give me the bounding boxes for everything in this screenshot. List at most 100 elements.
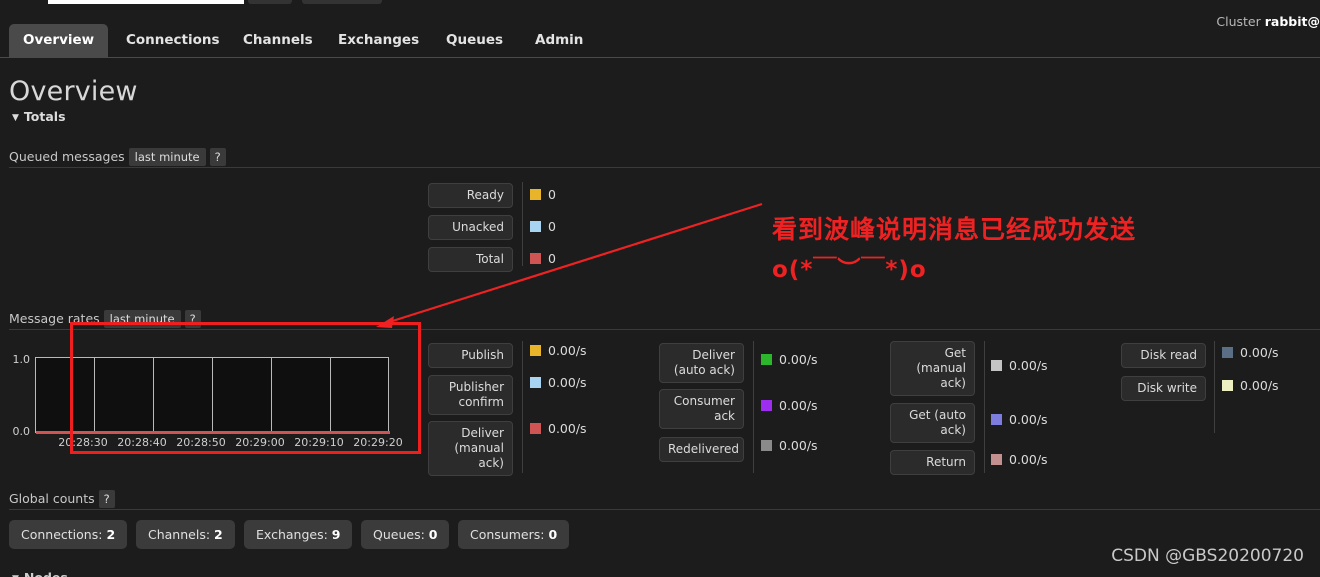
qm-legend-value-unacked: 0 — [530, 219, 556, 234]
global-counts-help-icon[interactable]: ? — [98, 490, 115, 508]
qm-legend-button-total[interactable]: Total — [428, 247, 513, 272]
totals-section-header[interactable]: ▼ Totals — [12, 109, 66, 124]
mr-legend-value-return: 0.00/s — [991, 452, 1048, 467]
mr-legend-value-disk-write: 0.00/s — [1222, 378, 1279, 393]
global-count-value: 0 — [548, 527, 558, 542]
global-count-connections[interactable]: Connections: 2 — [9, 520, 128, 549]
color-swatch-icon — [991, 454, 1002, 465]
annotation-line-1: 看到波峰说明消息已经成功发送 — [772, 215, 1137, 244]
nodes-label: Nodes — [24, 570, 68, 577]
message-rates-header: Message rates last minute? — [9, 310, 201, 328]
tab-label: Overview — [23, 32, 95, 48]
mr-legend-button-publish[interactable]: Publish — [428, 343, 513, 368]
mr-legend-button-deliver-manual-ack[interactable]: Deliver (manual ack) — [428, 421, 513, 476]
tab-overview[interactable]: Overview — [9, 24, 109, 57]
tab-connections[interactable]: Connections — [112, 24, 234, 57]
global-count-consumers[interactable]: Consumers: 0 — [458, 520, 570, 549]
color-swatch-icon — [761, 400, 772, 411]
color-swatch-icon — [991, 360, 1002, 371]
global-count-value: 2 — [214, 527, 223, 542]
mr-divider-2 — [753, 341, 754, 473]
mr-legend-value-deliver-manual-ack: 0.00/s — [530, 421, 587, 436]
message-rates-period[interactable]: last minute — [103, 310, 181, 328]
message-rates-chart: 1.5/s 1.0/s 0.5/s 0.0/s 20:28:30 20:28:4… — [0, 340, 420, 445]
mr-legend-value-redelivered: 0.00/s — [761, 438, 818, 453]
watermark: CSDN @GBS20200720 — [1111, 546, 1304, 566]
mr-divider-1 — [522, 341, 523, 473]
mr-legend-value-publisher-confirm: 0.00/s — [530, 375, 587, 390]
color-swatch-icon — [530, 221, 541, 232]
color-swatch-icon — [530, 253, 541, 264]
qm-legend-button-unacked[interactable]: Unacked — [428, 215, 513, 240]
mr-legend-button-get-manual-ack[interactable]: Get (manual ack) — [890, 341, 975, 396]
tab-label: Connections — [126, 32, 220, 48]
tab-queues[interactable]: Queues — [432, 24, 517, 57]
global-counts-header: Global counts? — [9, 490, 115, 508]
global-count-queues[interactable]: Queues: 0 — [361, 520, 450, 549]
message-rates-rule — [9, 329, 1320, 330]
queued-messages-rule — [9, 167, 1320, 168]
tab-label: Admin — [535, 32, 584, 48]
top-partial-strip — [0, 0, 1320, 22]
tab-label: Channels — [243, 32, 313, 48]
mr-divider-3 — [984, 341, 985, 473]
caret-down-icon: ▼ — [12, 113, 19, 123]
mr-legend-button-get-auto-ack[interactable]: Get (auto ack) — [890, 403, 975, 443]
qm-legend-button-ready[interactable]: Ready — [428, 183, 513, 208]
color-swatch-icon — [1222, 380, 1233, 391]
tab-channels[interactable]: Channels — [229, 24, 327, 57]
message-rates-help-icon[interactable]: ? — [184, 310, 201, 328]
tab-label: Exchanges — [338, 32, 420, 48]
color-swatch-icon — [530, 377, 541, 388]
message-rates-title: Message rates — [9, 311, 100, 326]
mr-legend-button-return[interactable]: Return — [890, 450, 975, 475]
top-button-2[interactable] — [302, 0, 382, 4]
mr-legend-button-publisher-confirm[interactable]: Publisher confirm — [428, 375, 513, 415]
qm-legend-value-ready: 0 — [530, 187, 556, 202]
mr-legend-button-consumer-ack[interactable]: Consumer ack — [659, 389, 744, 429]
global-counts-rule — [9, 509, 1320, 510]
color-swatch-icon — [1222, 347, 1233, 358]
color-swatch-icon — [530, 189, 541, 200]
global-count-value: 2 — [106, 527, 116, 542]
mr-legend-button-deliver-auto-ack[interactable]: Deliver (auto ack) — [659, 343, 744, 383]
page-title: Overview — [9, 76, 138, 107]
mr-legend-button-disk-write[interactable]: Disk write — [1121, 376, 1206, 401]
rabbitmq-overview-page: Cluster rabbit@ Overview Connections Chann… — [0, 0, 1320, 577]
mr-legend-value-get-manual-ack: 0.00/s — [991, 358, 1048, 373]
global-counts-title: Global counts — [9, 491, 95, 506]
queued-messages-chart: 1.0 0.0 20:28:30 20:28:40 20:28:50 20:29… — [0, 175, 420, 449]
qm-legend-divider — [522, 182, 523, 266]
annotation-line-2: o(*￣︶￣*)o — [772, 257, 927, 283]
global-count-value: 9 — [331, 527, 341, 542]
queued-messages-help-icon[interactable]: ? — [209, 148, 226, 166]
mr-legend-value-consumer-ack: 0.00/s — [761, 398, 818, 413]
queued-messages-header: Queued messages last minute? — [9, 148, 226, 166]
tab-label: Queues — [446, 32, 504, 48]
totals-label: Totals — [23, 109, 66, 124]
annotation-arrow — [376, 202, 763, 328]
queued-messages-title: Queued messages — [9, 149, 125, 164]
qm-legend-value-total: 0 — [530, 251, 556, 266]
top-text-input[interactable] — [48, 0, 244, 4]
color-swatch-icon — [761, 354, 772, 365]
mr-legend-button-redelivered[interactable]: Redelivered — [659, 437, 744, 462]
global-count-channels[interactable]: Channels: 2 — [136, 520, 235, 549]
global-count-value: 0 — [428, 527, 438, 542]
main-nav: Overview Connections Channels Exchanges Queu… — [0, 24, 1320, 58]
tab-admin[interactable]: Admin — [521, 24, 597, 57]
mr-legend-value-deliver-auto-ack: 0.00/s — [761, 352, 818, 367]
color-swatch-icon — [991, 414, 1002, 425]
global-count-exchanges[interactable]: Exchanges: 9 — [244, 520, 353, 549]
mr-legend-value-get-auto-ack: 0.00/s — [991, 412, 1048, 427]
queued-messages-period[interactable]: last minute — [128, 148, 206, 166]
color-swatch-icon — [761, 440, 772, 451]
mr-legend-value-disk-read: 0.00/s — [1222, 345, 1279, 360]
tab-exchanges[interactable]: Exchanges — [324, 24, 433, 57]
color-swatch-icon — [530, 423, 541, 434]
mr-legend-value-publish: 0.00/s — [530, 343, 587, 358]
mr-legend-button-disk-read[interactable]: Disk read — [1121, 343, 1206, 368]
top-button-1[interactable] — [248, 0, 292, 4]
nodes-section-header[interactable]: ▼Nodes — [12, 570, 68, 577]
mr-divider-4 — [1214, 341, 1215, 433]
